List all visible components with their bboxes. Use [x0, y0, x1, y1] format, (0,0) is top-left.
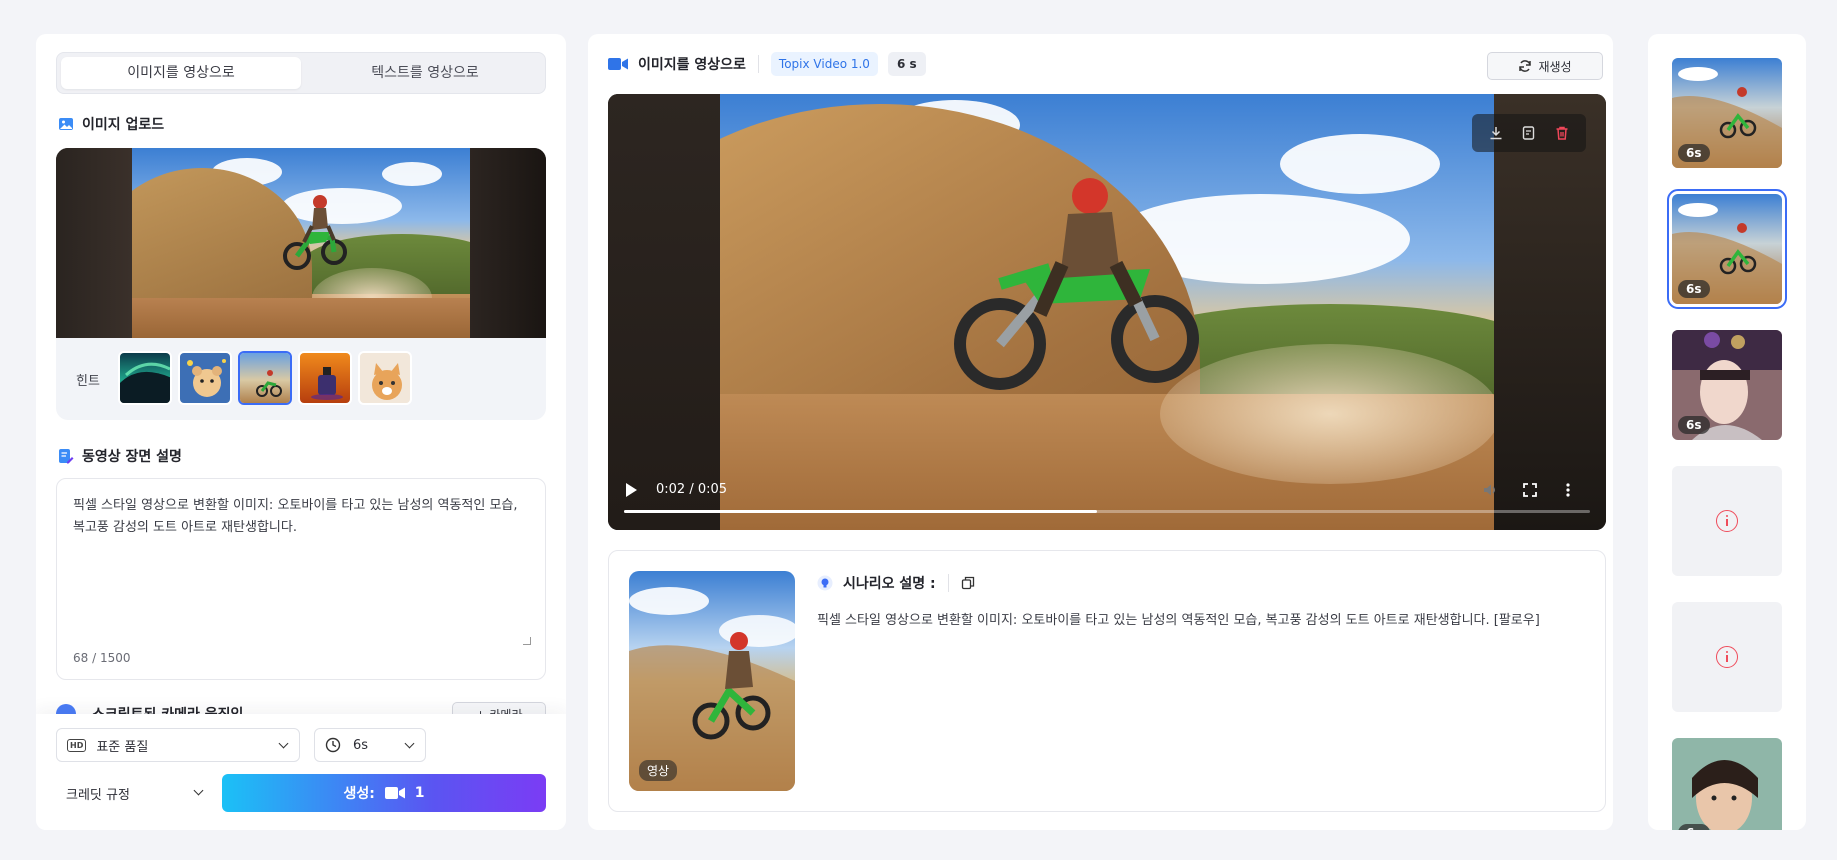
hint-thumb-teddy-bear[interactable] — [178, 351, 232, 405]
history-item-1[interactable]: 6s — [1672, 58, 1782, 168]
history-item-6[interactable]: 6s — [1672, 738, 1782, 830]
resize-handle[interactable] — [523, 637, 531, 645]
desc-text[interactable]: 픽셀 스타일 영상으로 변환할 이미지: 오토바이를 타고 있는 남성의 역동적… — [73, 495, 529, 539]
error-icon — [1716, 646, 1738, 668]
upload-area[interactable]: 힌트 — [56, 148, 546, 420]
duration-tag: 6s — [1678, 416, 1710, 434]
upload-title: 이미지 업로드 — [82, 117, 165, 133]
video-progress-fill — [624, 510, 1098, 513]
center-panel: 이미지를 영상으로 Topix Video 1.0 6 s 재생성 0:02 /… — [588, 34, 1613, 830]
hint-thumb-motocross[interactable] — [238, 351, 292, 405]
volume-icon[interactable] — [1482, 482, 1498, 498]
duration-select[interactable]: 6s — [314, 728, 426, 762]
chevron-down-icon — [278, 738, 289, 749]
duration-badge: 6 s — [887, 52, 926, 76]
scenario-thumbnail[interactable]: 영상 — [629, 571, 795, 791]
history-item-failed[interactable] — [1672, 602, 1782, 712]
generate-cost: 1 — [414, 785, 425, 801]
hint-label: 힌트 — [76, 374, 100, 389]
center-header: 이미지를 영상으로 Topix Video 1.0 6 s — [608, 50, 926, 78]
lightbulb-icon — [817, 575, 833, 591]
video-toolbar — [1472, 114, 1586, 152]
regenerate-button[interactable]: 재생성 — [1487, 52, 1603, 80]
error-icon — [1716, 510, 1738, 532]
credit-rules-select[interactable]: 크레딧 규정 — [56, 774, 206, 812]
history-item-3[interactable]: 6s — [1672, 330, 1782, 440]
video-camera-icon — [384, 787, 405, 799]
more-options-icon[interactable] — [1564, 482, 1572, 498]
divider — [947, 574, 949, 592]
edit-document-icon — [58, 448, 74, 464]
desc-section-title: 동영상 장면 설명 — [58, 446, 182, 466]
divider — [757, 55, 759, 73]
upload-preview-image — [56, 148, 546, 338]
tab-image-to-video[interactable]: 이미지를 영상으로 — [61, 57, 301, 89]
scenario-header: 시나리오 설명 : — [817, 573, 975, 593]
hint-thumb-cat[interactable] — [358, 351, 412, 405]
model-badge: Topix Video 1.0 — [770, 52, 878, 76]
history-item-failed[interactable] — [1672, 466, 1782, 576]
chevron-down-icon — [193, 785, 204, 796]
history-panel: 6s 6s 6s 6s — [1648, 34, 1806, 830]
image-icon — [58, 116, 74, 132]
clock-icon — [325, 737, 341, 753]
history-item-2[interactable]: 6s — [1667, 189, 1787, 309]
quality-select[interactable]: HD 표준 품질 — [56, 728, 300, 762]
left-panel: 이미지를 영상으로 텍스트를 영상으로 이미지 업로드 힌트 동영상 장면 설명… — [36, 34, 566, 830]
duration-value: 6s — [353, 737, 369, 753]
chevron-down-icon — [404, 738, 415, 749]
video-controls: 0:02 / 0:05 — [608, 460, 1606, 530]
char-count: 68 / 1500 — [73, 651, 131, 665]
regenerate-label: 재생성 — [1538, 59, 1572, 74]
hd-icon: HD — [67, 738, 87, 752]
scenario-tag: 영상 — [639, 760, 678, 781]
video-progress-bar[interactable] — [624, 510, 1590, 513]
video-player[interactable]: 0:02 / 0:05 — [608, 94, 1606, 530]
refresh-icon — [1519, 60, 1532, 72]
center-title: 이미지를 영상으로 — [638, 57, 746, 73]
edit-icon[interactable] — [1521, 125, 1537, 141]
generate-button[interactable]: 생성: 1 — [222, 774, 546, 812]
duration-tag: 6s — [1678, 824, 1710, 830]
download-icon[interactable] — [1488, 125, 1504, 141]
hint-thumb-aurora[interactable] — [118, 351, 172, 405]
scenario-card: 영상 시나리오 설명 : 픽셀 스타일 영상으로 변환할 이미지: 오토바이를 … — [608, 550, 1606, 812]
duration-tag: 6s — [1678, 280, 1710, 298]
desc-textarea[interactable]: 픽셀 스타일 영상으로 변환할 이미지: 오토바이를 타고 있는 남성의 역동적… — [56, 478, 546, 680]
delete-icon[interactable] — [1554, 125, 1570, 141]
mode-tabs: 이미지를 영상으로 텍스트를 영상으로 — [56, 52, 546, 94]
hint-thumb-perfume[interactable] — [298, 351, 352, 405]
quality-value: 표준 품질 — [96, 739, 149, 755]
video-camera-icon — [608, 58, 628, 70]
generate-label: 생성: — [343, 786, 375, 802]
scenario-title: 시나리오 설명 : — [843, 576, 936, 592]
play-icon[interactable] — [624, 482, 638, 498]
copy-icon[interactable] — [961, 576, 975, 590]
hint-row: 힌트 — [56, 348, 546, 410]
scenario-text: 픽셀 스타일 영상으로 변환할 이미지: 오토바이를 타고 있는 남성의 역동적… — [817, 613, 1540, 628]
tab-text-to-video[interactable]: 텍스트를 영상으로 — [305, 57, 545, 89]
desc-title: 동영상 장면 설명 — [82, 449, 182, 465]
fullscreen-icon[interactable] — [1522, 482, 1538, 498]
video-time: 0:02 / 0:05 — [656, 482, 728, 497]
upload-section-title: 이미지 업로드 — [58, 114, 164, 134]
duration-tag: 6s — [1678, 144, 1710, 162]
bottom-bar: HD 표준 품질 6s 크레딧 규정 생성: 1 — [36, 714, 566, 830]
credit-label: 크레딧 규정 — [66, 787, 130, 803]
